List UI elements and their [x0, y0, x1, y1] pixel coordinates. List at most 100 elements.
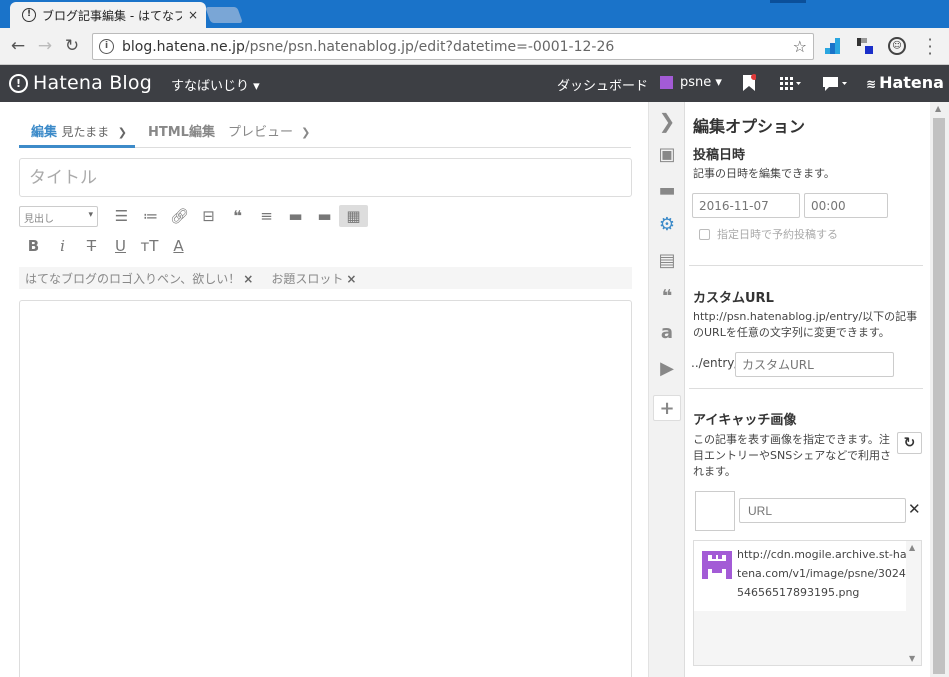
scroll-up-icon[interactable]: ▲	[935, 104, 941, 113]
active-tab-underline	[19, 145, 135, 148]
browser-tab-bar: ! ブログ記事編集 - はてなブログ ×	[0, 0, 949, 28]
youtube-icon[interactable]: ▶	[653, 356, 681, 382]
tab-preview[interactable]: プレビュー ❯	[228, 121, 310, 140]
hatena-brand-text: Hatena	[879, 73, 944, 92]
custom-url-input[interactable]	[735, 352, 894, 377]
hatena-favicon-icon: !	[22, 8, 36, 22]
browser-tab[interactable]: ! ブログ記事編集 - はてなブログ ×	[10, 2, 206, 28]
link-icon[interactable]: 🔗︎	[165, 205, 194, 227]
tab-wysiwyg[interactable]: 編集 見たまま ❯	[31, 121, 127, 140]
photo-icon[interactable]: ▣	[653, 142, 681, 168]
collapse-chevron-icon[interactable]: ❯	[653, 108, 681, 134]
document-icon[interactable]: ▤	[653, 248, 681, 274]
hatena-wifi-icon: ≋	[866, 77, 877, 91]
apps-grid-icon[interactable]	[780, 77, 802, 91]
hatena-header: ! Hatena Blog すなばいじり ▾ ダッシュボード psne ▾ ≋ H…	[0, 65, 949, 102]
eyecatch-image-list[interactable]: http://cdn.mogile.archive.st-hatena.com/…	[693, 540, 922, 666]
strikethrough-icon[interactable]: T	[77, 235, 106, 257]
url-path: /psne/psn.hatenablog.jp/edit?datetime=-0…	[244, 38, 615, 55]
quote-icon[interactable]: ❝	[653, 284, 681, 310]
tag-item[interactable]: お題スロット ×	[271, 270, 356, 287]
title-input[interactable]	[19, 158, 632, 197]
font-color-icon[interactable]: A	[164, 235, 193, 257]
blog-name-menu[interactable]: すなばいじり ▾	[171, 75, 260, 94]
options-title: 編集オプション	[693, 117, 806, 136]
chevron-down-icon: ❯	[301, 126, 311, 139]
close-icon[interactable]: ✕	[908, 500, 921, 518]
tab-title: ブログ記事編集 - はてなブログ	[42, 8, 182, 23]
hatena-blog-logo[interactable]: ! Hatena Blog	[9, 72, 152, 94]
category-tag-bar: はてなブログのロゴ入りペン、欲しい！ × お題スロット ×	[19, 267, 632, 289]
datetime-desc: 記事の日時を編集できます。	[693, 167, 835, 180]
eyecatch-thumbnail	[695, 491, 735, 531]
reload-icon[interactable]: ↻	[62, 36, 82, 56]
chrome-menu-icon[interactable]: · · ·	[920, 32, 940, 62]
bold-icon[interactable]: B	[19, 235, 48, 257]
heading-select[interactable]: 見出し	[19, 205, 98, 227]
gear-icon[interactable]: ⚙	[653, 212, 681, 238]
scrollbar-thumb[interactable]	[933, 118, 945, 674]
folder-icon[interactable]: ▬	[653, 178, 681, 204]
image-list-item[interactable]: http://cdn.mogile.archive.st-hatena.com/…	[694, 541, 907, 611]
logo-text: Hatena Blog	[33, 72, 152, 94]
browser-toolbar: ← → ↻ i blog.hatena.ne.jp/psne/psn.haten…	[0, 28, 949, 65]
folder-icon[interactable]: ▬	[310, 205, 339, 227]
list-number-icon[interactable]: ≔	[136, 205, 165, 227]
underline-icon[interactable]: U	[106, 235, 135, 257]
comment-menu-icon[interactable]	[822, 76, 850, 92]
tab-close-icon[interactable]: ×	[188, 8, 198, 22]
format-toolbar-row1: 見出し ☰ ≔ 🔗︎ ⊟ ❝ ≡ ▬ ▬ ▦	[19, 205, 368, 227]
extension-chart-icon[interactable]	[824, 37, 842, 55]
folder-icon[interactable]: ▬	[281, 205, 310, 227]
address-bar[interactable]: i blog.hatena.ne.jp/psne/psn.hatenablog.…	[92, 33, 814, 60]
page-scrollbar[interactable]: ▲	[930, 102, 949, 677]
tab-wysiwyg-sub: 見たまま	[61, 125, 110, 139]
refresh-icon[interactable]: ↻	[897, 432, 922, 454]
schedule-checkbox[interactable]	[699, 228, 710, 240]
eyecatch-desc: この記事を表す画像を指定できます。注目エントリーやSNSシェアなどで利用されます…	[693, 433, 891, 478]
back-arrow-icon[interactable]: ←	[8, 36, 28, 56]
scroll-up-icon[interactable]: ▲	[909, 543, 915, 552]
more-icon[interactable]: ⊟	[194, 205, 223, 227]
list-bullet-icon[interactable]: ☰	[107, 205, 136, 227]
schedule-post-row[interactable]: 指定日時で予約投稿する	[699, 226, 838, 242]
image-list-scrollbar[interactable]: ▲ ▼	[907, 541, 921, 665]
image-url-text: http://cdn.mogile.archive.st-hatena.com/…	[737, 548, 907, 599]
site-info-icon[interactable]: i	[99, 39, 114, 54]
new-tab-button[interactable]	[205, 7, 243, 23]
user-avatar-icon	[660, 76, 673, 89]
hatena-brand-link[interactable]: ≋ Hatena	[866, 73, 944, 92]
indent-icon[interactable]: ≡	[252, 205, 281, 227]
extension-flag-icon[interactable]	[856, 37, 874, 55]
tab-html-edit[interactable]: HTML編集	[148, 121, 215, 140]
tag-item[interactable]: はてなブログのロゴ入りペン、欲しい！ ×	[25, 270, 253, 287]
extension-face-icon[interactable]: ☺	[888, 37, 906, 55]
user-menu[interactable]: psne ▾	[660, 75, 722, 90]
editor-mode-tabs: 編集 見たまま ❯ HTML編集 プレビュー ❯	[19, 117, 631, 148]
custom-url-desc: http://psn.hatenablog.jp/entry/以下の記事のURL…	[693, 310, 918, 339]
article-body-editor[interactable]	[19, 300, 632, 677]
amazon-icon[interactable]: a	[653, 320, 681, 346]
tag-remove-icon[interactable]: ×	[243, 272, 253, 286]
notification-bookmark-icon[interactable]	[742, 74, 756, 92]
quote-icon[interactable]: ❝	[223, 205, 252, 227]
datetime-title: 投稿日時	[693, 148, 746, 163]
table-icon[interactable]: ▦	[339, 205, 368, 227]
tag-label: はてなブログのロゴ入りペン、欲しい！	[25, 271, 241, 286]
eyecatch-url-input[interactable]	[739, 498, 906, 523]
font-size-icon[interactable]: тT	[135, 235, 164, 257]
format-toolbar-row2: B i T U тT A	[19, 235, 193, 257]
section-divider	[689, 388, 923, 389]
dashboard-link[interactable]: ダッシュボード	[557, 75, 648, 94]
italic-icon[interactable]: i	[48, 235, 77, 257]
tag-remove-icon[interactable]: ×	[346, 272, 356, 286]
add-plus-icon[interactable]: +	[653, 395, 681, 421]
space-invader-image	[700, 548, 734, 582]
date-input[interactable]	[692, 193, 800, 218]
user-name: psne ▾	[680, 75, 722, 90]
bookmark-star-icon[interactable]: ☆	[793, 37, 807, 56]
forward-arrow-icon[interactable]: →	[35, 36, 55, 56]
eyecatch-title: アイキャッチ画像	[693, 413, 797, 428]
scroll-down-icon[interactable]: ▼	[909, 654, 915, 663]
time-input[interactable]	[804, 193, 888, 218]
